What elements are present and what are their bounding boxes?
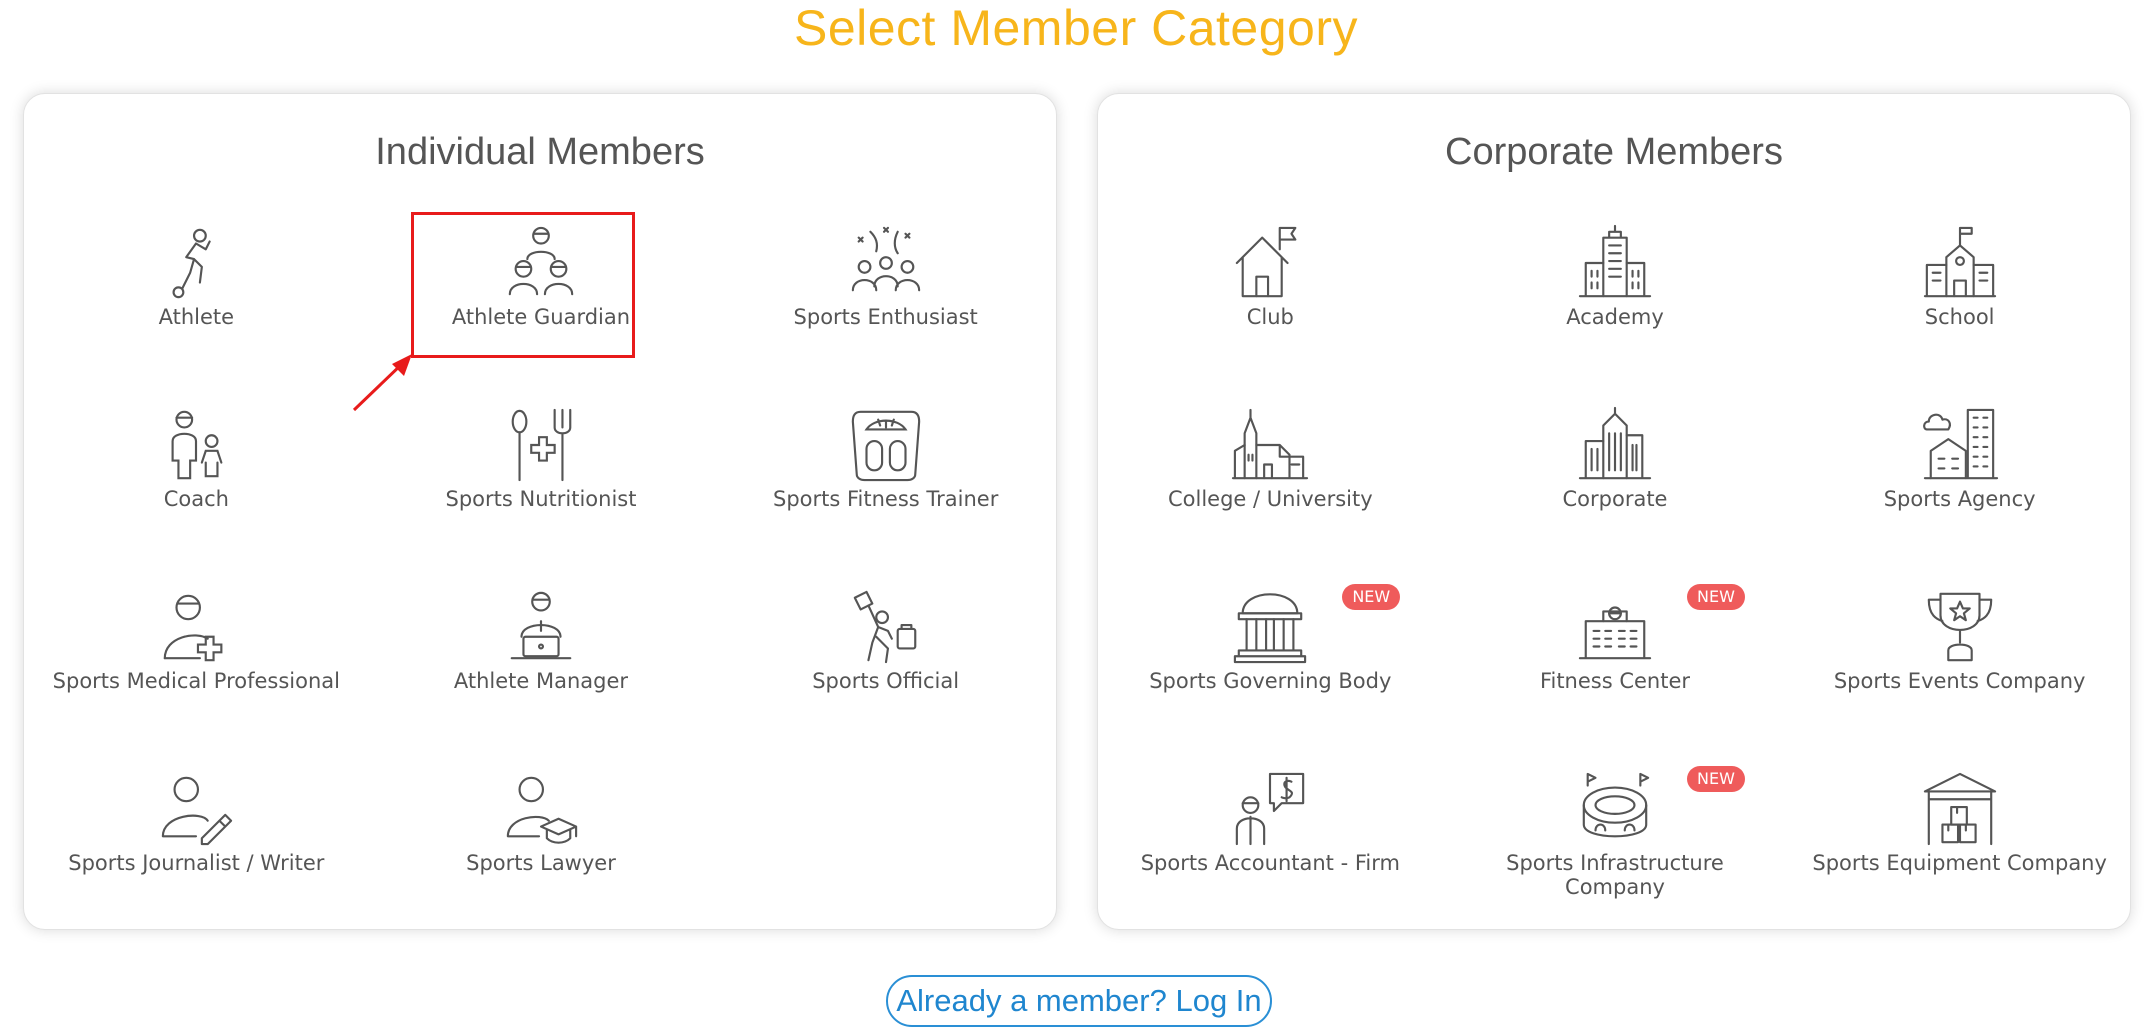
athlete-icon <box>157 224 235 302</box>
tile-label: Sports Official <box>812 669 960 693</box>
tile-label: Sports Accountant - Firm <box>1140 851 1400 875</box>
tile-sports-medical-professional[interactable]: Sports Medical Professional <box>24 584 369 766</box>
annotation-arrow-icon <box>352 354 412 412</box>
tile-label: College / University <box>1167 487 1373 511</box>
tile-label: Corporate <box>1562 487 1668 511</box>
tile-label: Athlete <box>158 305 235 329</box>
tile-label: Sports Agency <box>1883 487 2036 511</box>
infrastructure-icon <box>1576 770 1654 848</box>
corporate-icon <box>1576 406 1654 484</box>
tile-label: Sports Nutritionist <box>445 487 637 511</box>
tile-label: Sports Infrastructure Company <box>1506 851 1724 899</box>
tile-athlete[interactable]: Athlete <box>24 220 369 402</box>
tile-fitness-center[interactable]: NEW Fitness Center <box>1443 584 1788 766</box>
tile-label: Sports Journalist / Writer <box>68 851 325 875</box>
equipment-company-icon <box>1921 770 1999 848</box>
tile-school[interactable]: School <box>1787 220 2132 402</box>
sports-enthusiast-icon <box>847 224 925 302</box>
tile-label: Athlete Manager <box>453 669 629 693</box>
tile-label: Sports Fitness Trainer <box>772 487 999 511</box>
corporate-members-grid: Club Academy School College / University… <box>1098 220 2132 920</box>
tile-sports-enthusiast[interactable]: Sports Enthusiast <box>713 220 1058 402</box>
member-category-page: Select Member Category Individual Member… <box>0 0 2152 1036</box>
tile-sports-governing-body[interactable]: NEW Sports Governing Body <box>1098 584 1443 766</box>
corporate-members-heading: Corporate Members <box>1445 131 1783 173</box>
sports-agency-icon <box>1921 406 1999 484</box>
sports-official-icon <box>847 588 925 666</box>
new-badge: NEW <box>1342 584 1401 610</box>
individual-members-heading: Individual Members <box>375 131 705 173</box>
accountant-icon <box>1231 770 1309 848</box>
tile-sports-agency[interactable]: Sports Agency <box>1787 402 2132 584</box>
lawyer-icon <box>502 770 580 848</box>
tile-corporate[interactable]: Corporate <box>1443 402 1788 584</box>
tile-academy[interactable]: Academy <box>1443 220 1788 402</box>
corporate-members-panel: Corporate Members Club Academy School Co… <box>1097 93 2131 930</box>
tile-college-university[interactable]: College / University <box>1098 402 1443 584</box>
tile-label: Sports Events Company <box>1833 669 2086 693</box>
tile-coach[interactable]: Coach <box>24 402 369 584</box>
tile-label: Coach <box>163 487 229 511</box>
governing-body-icon <box>1231 588 1309 666</box>
nutritionist-icon <box>502 406 580 484</box>
fitness-center-icon <box>1576 588 1654 666</box>
tile-athlete-manager[interactable]: Athlete Manager <box>369 584 714 766</box>
coach-icon <box>157 406 235 484</box>
tile-sports-events-company[interactable]: Sports Events Company <box>1787 584 2132 766</box>
medical-professional-icon <box>157 588 235 666</box>
tile-sports-lawyer[interactable]: Sports Lawyer <box>369 766 714 948</box>
tile-label: School <box>1924 305 1995 329</box>
page-title: Select Member Category <box>793 0 1358 56</box>
journalist-icon <box>157 770 235 848</box>
fitness-trainer-icon <box>847 406 925 484</box>
tile-sports-fitness-trainer[interactable]: Sports Fitness Trainer <box>713 402 1058 584</box>
tile-sports-journalist[interactable]: Sports Journalist / Writer <box>24 766 369 948</box>
tile-label: Sports Governing Body <box>1149 669 1392 693</box>
tile-label: Sports Equipment Company <box>1812 851 2107 875</box>
tile-label: Fitness Center <box>1539 669 1691 693</box>
tile-label: Academy <box>1566 305 1664 329</box>
tile-sports-equipment-company[interactable]: Sports Equipment Company <box>1787 766 2132 948</box>
club-icon <box>1231 224 1309 302</box>
tile-label: Sports Enthusiast <box>793 305 978 329</box>
tile-sports-infrastructure-company[interactable]: NEW Sports Infrastructure Company <box>1443 766 1788 948</box>
school-icon <box>1921 224 1999 302</box>
events-company-icon <box>1921 588 1999 666</box>
tile-club[interactable]: Club <box>1098 220 1443 402</box>
college-icon <box>1231 406 1309 484</box>
tile-sports-official[interactable]: Sports Official <box>713 584 1058 766</box>
new-badge: NEW <box>1686 766 1745 792</box>
new-badge: NEW <box>1686 584 1745 610</box>
tile-sports-accountant[interactable]: Sports Accountant - Firm <box>1098 766 1443 948</box>
athlete-manager-icon <box>502 588 580 666</box>
tile-sports-nutritionist[interactable]: Sports Nutritionist <box>369 402 714 584</box>
academy-icon <box>1576 224 1654 302</box>
login-link[interactable]: Already a member? Log In <box>886 975 1272 1027</box>
tile-label: Club <box>1246 305 1294 329</box>
athlete-guardian-highlight-box <box>411 212 635 358</box>
tile-label: Sports Lawyer <box>466 851 616 875</box>
tile-label: Sports Medical Professional <box>52 669 340 693</box>
